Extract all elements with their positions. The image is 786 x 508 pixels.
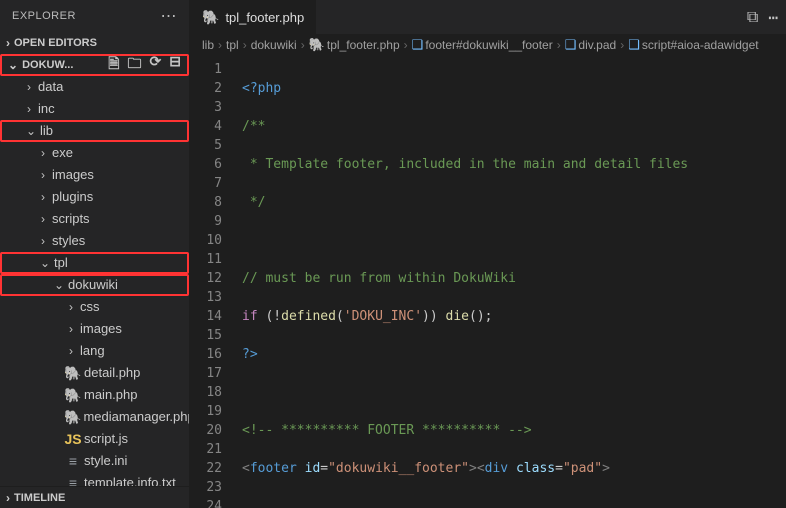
- explorer-header: EXPLORER ⋯: [0, 0, 189, 32]
- project-name: DOKUW...: [22, 59, 73, 71]
- bc-file[interactable]: tpl_footer.php: [327, 38, 400, 52]
- tab-actions: ⧉ ⋯: [317, 0, 786, 34]
- line-gutter: 12345 678910 1112131415 1617181920 21222…: [190, 56, 236, 508]
- tree-folder-scripts[interactable]: ›scripts: [0, 208, 189, 230]
- tree-folder-data[interactable]: ›data: [0, 76, 189, 98]
- open-editors-label: OPEN EDITORS: [14, 37, 183, 49]
- chevron-right-icon: ›: [6, 36, 10, 50]
- brackets-icon: ❑: [412, 37, 424, 53]
- bc-tpl[interactable]: tpl: [226, 38, 239, 52]
- bc-footer[interactable]: footer#dokuwiki__footer: [425, 38, 552, 52]
- bc-div[interactable]: div.pad: [578, 38, 616, 52]
- tab-bar: 🐘 tpl_footer.php ⧉ ⋯: [190, 0, 786, 34]
- explorer-sidebar: EXPLORER ⋯ › OPEN EDITORS ⌄ DOKUW... 🗎 🗀…: [0, 0, 190, 508]
- editor-area: 🐘 tpl_footer.php ⧉ ⋯ lib› tpl› dokuwiki›…: [190, 0, 786, 508]
- tree-file-main[interactable]: 🐘main.php: [0, 384, 189, 406]
- php-icon: 🐘: [64, 384, 82, 406]
- explorer-title: EXPLORER: [12, 10, 76, 22]
- split-editor-icon[interactable]: ⧉: [747, 7, 758, 27]
- tab-tplfooter[interactable]: 🐘 tpl_footer.php: [190, 0, 317, 34]
- open-editors-header[interactable]: › OPEN EDITORS: [0, 32, 189, 54]
- tree-file-templateinfo[interactable]: ≡template.info.txt: [0, 472, 189, 486]
- tree-folder-lib[interactable]: ⌄lib: [0, 120, 189, 142]
- php-icon: 🐘: [64, 362, 82, 384]
- tree-folder-dokuwiki[interactable]: ⌄dokuwiki: [0, 274, 189, 296]
- bc-lib[interactable]: lib: [202, 38, 214, 52]
- js-icon: JS: [64, 428, 82, 450]
- chevron-right-icon: ›: [6, 491, 10, 505]
- tree-folder-css[interactable]: ›css: [0, 296, 189, 318]
- chevron-down-icon: ⌄: [8, 58, 18, 72]
- tree-folder-plugins[interactable]: ›plugins: [0, 186, 189, 208]
- tree-file-detail[interactable]: 🐘detail.php: [0, 362, 189, 384]
- new-folder-icon[interactable]: 🗀: [128, 53, 142, 77]
- php-icon: 🐘: [309, 37, 325, 53]
- more-actions-icon[interactable]: ⋯: [768, 8, 778, 27]
- tree-folder-styles[interactable]: ›styles: [0, 230, 189, 252]
- tree-file-styleini[interactable]: ≡style.ini: [0, 450, 189, 472]
- tree-folder-lang[interactable]: ›lang: [0, 340, 189, 362]
- txt-icon: ≡: [64, 472, 82, 486]
- project-header[interactable]: ⌄ DOKUW... 🗎 🗀 ⟳ ⊟: [0, 54, 189, 76]
- app-root: EXPLORER ⋯ › OPEN EDITORS ⌄ DOKUW... 🗎 🗀…: [0, 0, 786, 508]
- brackets-icon: ❑: [565, 37, 577, 53]
- bc-dokuwiki[interactable]: dokuwiki: [251, 38, 297, 52]
- php-icon: 🐘: [202, 9, 219, 26]
- refresh-icon[interactable]: ⟳: [150, 53, 162, 77]
- tree-folder-inc[interactable]: ›inc: [0, 98, 189, 120]
- tree-folder-images[interactable]: ›images: [0, 164, 189, 186]
- tree-folder-images2[interactable]: ›images: [0, 318, 189, 340]
- tree-file-mediamanager[interactable]: 🐘mediamanager.php: [0, 406, 189, 428]
- bc-script[interactable]: script#aioa-adawidget: [642, 38, 759, 52]
- file-tree: ›data ›inc ⌄lib ›exe ›images ›plugins ›s…: [0, 76, 189, 486]
- new-file-icon[interactable]: 🗎: [108, 53, 119, 77]
- tab-label: tpl_footer.php: [225, 10, 304, 25]
- ini-icon: ≡: [64, 450, 82, 472]
- tree-folder-exe[interactable]: ›exe: [0, 142, 189, 164]
- tree-file-scriptjs[interactable]: JSscript.js: [0, 428, 189, 450]
- php-icon: 🐘: [64, 406, 81, 428]
- code-content[interactable]: <?php /** * Template footer, included in…: [236, 56, 786, 508]
- timeline-label: TIMELINE: [14, 492, 183, 504]
- tree-folder-tpl[interactable]: ⌄tpl: [0, 252, 189, 274]
- collapse-icon[interactable]: ⊟: [169, 53, 181, 77]
- explorer-more-icon[interactable]: ⋯: [161, 6, 178, 26]
- breadcrumb[interactable]: lib› tpl› dokuwiki› 🐘tpl_footer.php› ❑fo…: [190, 34, 786, 56]
- code-editor[interactable]: 12345 678910 1112131415 1617181920 21222…: [190, 56, 786, 508]
- timeline-header[interactable]: › TIMELINE: [0, 486, 189, 508]
- brackets-icon: ❑: [628, 37, 640, 53]
